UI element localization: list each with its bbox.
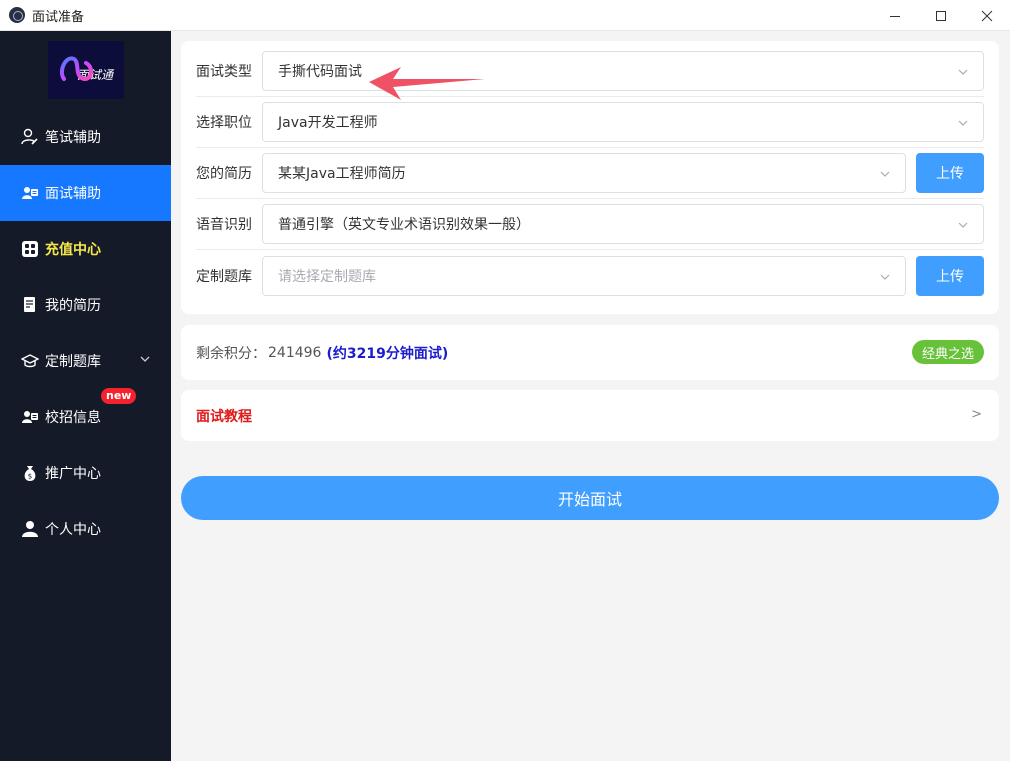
grid-icon — [21, 240, 39, 258]
position-label: 选择职位 — [196, 115, 252, 131]
sidebar-item-question-bank[interactable]: 定制题库 — [0, 333, 171, 389]
interview-settings-form: 面试类型 手撕代码面试 选择职位 Java开发工程师 您的简历 某某Java工程… — [181, 41, 999, 314]
person-card-icon — [21, 184, 39, 202]
position-select[interactable]: Java开发工程师 — [262, 102, 984, 142]
window-controls — [872, 0, 1010, 31]
window-title: 面试准备 — [32, 9, 85, 25]
resume-label: 您的简历 — [196, 166, 252, 182]
sidebar-item-label: 个人中心 — [45, 522, 101, 538]
app-icon — [9, 7, 25, 23]
speech-engine-row: 语音识别 普通引擎（英文专业术语识别效果一般） — [196, 199, 984, 250]
sidebar-item-label: 面试辅助 — [45, 186, 101, 202]
interview-type-value: 手撕代码面试 — [278, 64, 362, 80]
question-bank-placeholder: 请选择定制题库 — [278, 268, 376, 285]
tutorial-link[interactable]: 面试教程 > — [181, 390, 999, 441]
graduation-cap-icon — [21, 352, 39, 370]
document-icon — [21, 296, 39, 314]
interview-type-label: 面试类型 — [196, 64, 252, 80]
person-card-icon — [21, 408, 39, 426]
question-bank-select[interactable]: 请选择定制题库 — [262, 255, 906, 296]
start-interview-button[interactable]: 开始面试 — [181, 476, 999, 520]
chevron-down-icon — [958, 120, 968, 126]
annotation-arrow-icon — [369, 67, 485, 100]
question-bank-row: 定制题库 请选择定制题库 上传 — [196, 250, 984, 301]
svg-text:$: $ — [28, 473, 32, 481]
person-edit-icon — [21, 128, 39, 146]
close-icon — [981, 10, 993, 21]
points-card: 剩余积分： 241496 (约3219分钟面试) 经典之选 — [181, 325, 999, 380]
interview-type-row: 面试类型 手撕代码面试 — [196, 46, 984, 97]
points-value: 241496 — [268, 344, 322, 361]
minimize-button[interactable] — [872, 0, 918, 31]
speech-engine-label: 语音识别 — [196, 217, 252, 233]
sidebar-item-promotion[interactable]: $ 推广中心 — [0, 445, 171, 501]
tutorial-label: 面试教程 — [196, 408, 252, 425]
sidebar-item-label: 定制题库 — [45, 354, 101, 370]
chevron-down-icon — [880, 274, 890, 280]
money-bag-icon: $ — [21, 464, 39, 482]
sidebar-item-recharge[interactable]: 充值中心 — [0, 221, 171, 277]
chevron-down-icon — [958, 69, 968, 75]
points-label: 剩余积分： — [196, 345, 266, 362]
resume-select[interactable]: 某某Java工程师简历 — [262, 153, 906, 193]
sidebar-item-label: 充值中心 — [45, 242, 101, 258]
chevron-down-icon — [140, 356, 150, 362]
sidebar: 面试通 笔试辅助 面试辅助 充值中心 我的简历 定制题库 校招信息 new $ … — [0, 31, 171, 761]
chevron-right-icon: > — [971, 407, 982, 422]
maximize-button[interactable] — [918, 0, 964, 31]
main-content: 面试类型 手撕代码面试 选择职位 Java开发工程师 您的简历 某某Java工程… — [171, 31, 1010, 761]
app-logo: 面试通 — [48, 41, 124, 99]
position-value: Java开发工程师 — [278, 115, 378, 131]
user-icon — [21, 520, 39, 538]
classic-choice-button[interactable]: 经典之选 — [911, 340, 984, 364]
sidebar-item-written-test[interactable]: 笔试辅助 — [0, 109, 171, 165]
points-estimate: (约3219分钟面试) — [326, 345, 449, 362]
chevron-down-icon — [958, 222, 968, 228]
resume-row: 您的简历 某某Java工程师简历 上传 — [196, 148, 984, 199]
sidebar-item-interview[interactable]: 面试辅助 — [0, 165, 171, 221]
question-bank-upload-button[interactable]: 上传 — [916, 255, 984, 296]
title-bar: 面试准备 — [0, 0, 1010, 31]
minimize-icon — [890, 15, 900, 17]
sidebar-item-label: 推广中心 — [45, 466, 101, 482]
sidebar-item-resume[interactable]: 我的简历 — [0, 277, 171, 333]
resume-value: 某某Java工程师简历 — [278, 166, 406, 182]
position-row: 选择职位 Java开发工程师 — [196, 97, 984, 148]
sidebar-item-label: 笔试辅助 — [45, 130, 101, 146]
resume-upload-button[interactable]: 上传 — [916, 153, 984, 193]
sidebar-item-label: 我的简历 — [45, 298, 101, 314]
sidebar-item-label: 校招信息 — [45, 410, 101, 426]
maximize-icon — [936, 10, 946, 21]
speech-engine-select[interactable]: 普通引擎（英文专业术语识别效果一般） — [262, 204, 984, 244]
close-button[interactable] — [964, 0, 1010, 31]
sidebar-item-profile[interactable]: 个人中心 — [0, 501, 171, 557]
new-badge: new — [101, 388, 137, 404]
question-bank-label: 定制题库 — [196, 268, 252, 285]
sidebar-item-campus-recruit[interactable]: 校招信息 new — [0, 388, 171, 445]
chevron-down-icon — [880, 171, 890, 177]
speech-engine-value: 普通引擎（英文专业术语识别效果一般） — [278, 217, 530, 233]
